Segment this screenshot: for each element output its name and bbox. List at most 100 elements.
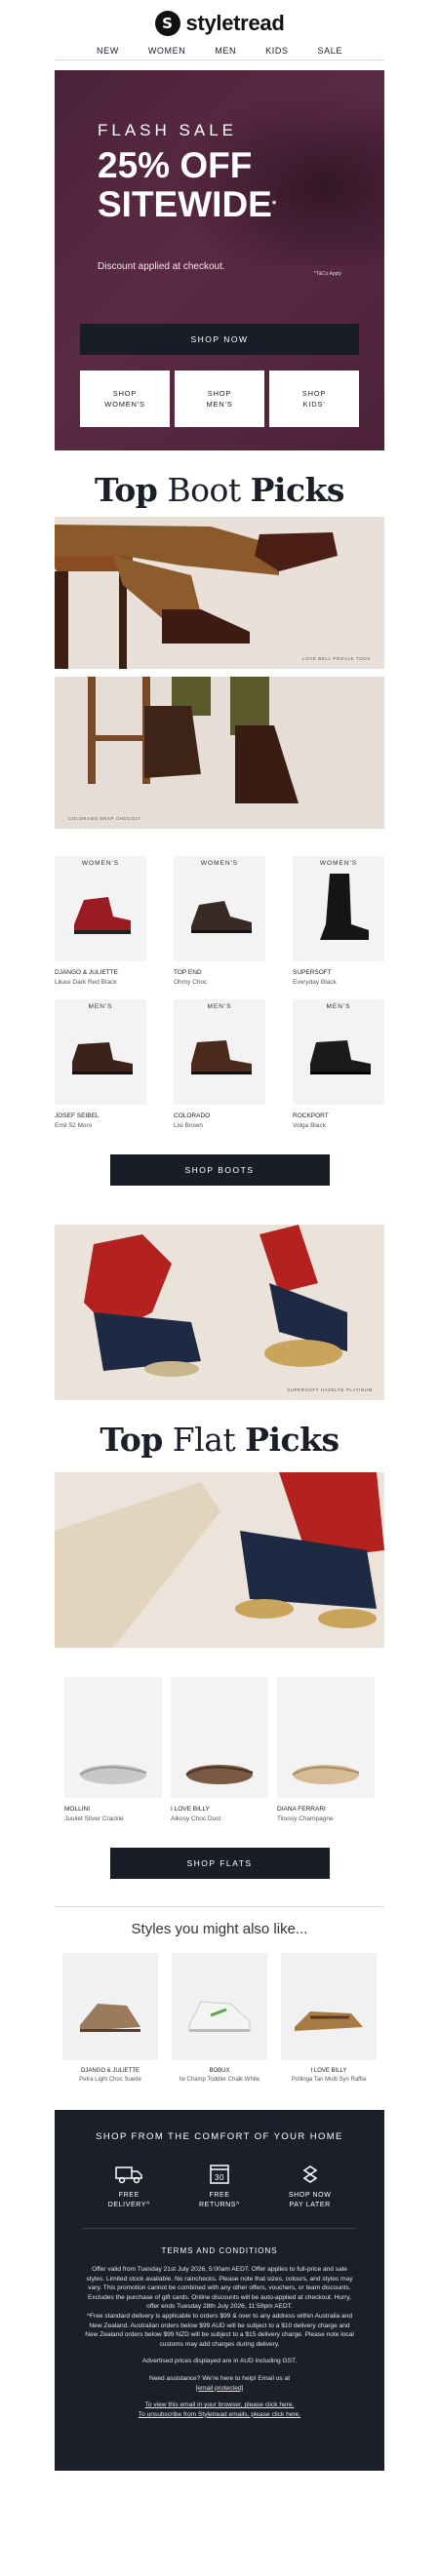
perk-afterpay[interactable]: SHOP NOW PAY LATER: [276, 2164, 344, 2210]
product-card[interactable]: MEN'S ROCKPORT Volga Black: [293, 999, 384, 1129]
boot-product-grid: WOMEN'S DJANGO & JULIETTE Likasi Dark Re…: [55, 856, 384, 1129]
terms-body-delivery: ^Free standard delivery is applicable to…: [85, 2312, 354, 2348]
nav-men[interactable]: MEN: [215, 46, 236, 56]
logo[interactable]: S styletread: [0, 0, 439, 41]
top-nav: NEW WOMEN MEN KIDS SALE: [55, 41, 384, 60]
perk-free-returns[interactable]: 30 FREE RETURNS^: [185, 2164, 254, 2210]
flat-photo-1[interactable]: SUPERSOFT HAZELTE PLATINUM: [55, 1225, 384, 1400]
shop-kids-button[interactable]: SHOP KIDS': [269, 371, 359, 427]
perk-free-delivery[interactable]: FREE DELIVERY^: [95, 2164, 163, 2210]
product-name: Everyday Black: [293, 979, 337, 986]
also-like-grid: DJANGO & JULIETTE Petra Light Choc Suede…: [62, 1953, 377, 2083]
product-brand: DJANGO & JULIETTE: [80, 2068, 140, 2074]
product-image: [64, 1677, 162, 1798]
footer-perks: FREE DELIVERY^ 30 FREE RETURNS^ SHOP NOW…: [55, 2164, 384, 2210]
shop-now-button[interactable]: SHOP NOW: [80, 324, 359, 355]
product-brand: COLORADO: [174, 1112, 211, 1119]
flat-heading-flat: Flat: [172, 1421, 236, 1459]
product-image: WOMEN'S: [55, 856, 146, 961]
nav-kids[interactable]: KIDS: [265, 46, 288, 56]
unsubscribe-link[interactable]: To unsubscribe from Styletread emails, p…: [55, 2410, 384, 2420]
raffia-flat-icon: [295, 2011, 363, 2031]
silver-flat-icon: [79, 1765, 147, 1784]
flat-product-grid: MOLLINI Juuliet Silver Crackle I LOVE BI…: [64, 1677, 375, 1822]
view-in-browser-link[interactable]: To view this email in your browser, plea…: [55, 2400, 384, 2410]
terms-title: TERMS AND CONDITIONS: [161, 2246, 278, 2255]
flash-sale-hero[interactable]: FLASH SALE 25% OFF SITEWIDE* Discount ap…: [55, 70, 384, 450]
footer: SHOP FROM THE COMFORT OF YOUR HOME FREE …: [55, 2110, 384, 2471]
flat-picks-heading: Top Flat Picks: [0, 1414, 439, 1466]
flat-photo-2[interactable]: [55, 1472, 384, 1648]
calendar-badge: 30: [215, 2173, 224, 2182]
product-card[interactable]: WOMEN'S DJANGO & JULIETTE Likasi Dark Re…: [55, 856, 146, 986]
hero-asterisk: *: [271, 199, 277, 211]
hero-tcs: *T&Cs Apply: [313, 271, 341, 277]
hero-headline: 25% OFF SITEWIDE*: [98, 146, 276, 224]
hero-line-2-text: SITEWIDE: [98, 184, 272, 224]
shop-womens-button[interactable]: SHOP WOMEN'S: [80, 371, 170, 427]
email-root: S styletread NEW WOMEN MEN KIDS SALE FLA…: [0, 0, 439, 2471]
boot-photo-1[interactable]: LOVE BELL PROALE TOOS: [55, 517, 384, 669]
product-brand: BOBUX: [209, 2068, 230, 2074]
truck-icon: [115, 2166, 143, 2184]
brown-boot-icon: [191, 901, 252, 933]
product-brand: I LOVE BILLY: [310, 2068, 347, 2074]
product-name: Pollinga Tan Multi Syn Raffia: [291, 2077, 367, 2083]
nav-women[interactable]: WOMEN: [148, 46, 186, 56]
sandal-icon: [80, 2004, 140, 2032]
product-brand: DIANA FERRARI: [277, 1806, 326, 1813]
product-card[interactable]: WOMEN'S TOP END Ohmy Choc: [174, 856, 265, 986]
shop-boots-button[interactable]: SHOP BOOTS: [109, 1154, 330, 1186]
black-tall-boot-icon: [320, 874, 369, 940]
currency-note: Advertised prices displayed are in AUD i…: [141, 2358, 298, 2365]
product-card[interactable]: DIANA FERRARI Tiloosy Champagne: [277, 1677, 375, 1822]
product-name: Volga Black: [293, 1122, 326, 1129]
product-image: MEN'S: [174, 999, 265, 1105]
shop-flats-button[interactable]: SHOP FLATS: [109, 1848, 330, 1879]
product-brand: JOSEF SEIBEL: [55, 1112, 100, 1119]
product-card[interactable]: MEN'S COLORADO Lisi Brown: [174, 999, 265, 1129]
product-card[interactable]: MOLLINI Juuliet Silver Crackle: [64, 1677, 162, 1822]
perk-line2: RETURNS^: [199, 2202, 240, 2208]
product-brand: DJANGO & JULIETTE: [55, 969, 119, 976]
shop-mens-button[interactable]: SHOP MEN'S: [175, 371, 264, 427]
product-tag: MEN'S: [88, 1003, 113, 1010]
boot-heading-top: Top: [95, 471, 158, 509]
help-email-link[interactable]: [email protected]: [55, 2384, 384, 2394]
boot-photo-2-caption: COLORADO SNAP CHOCOLT: [68, 816, 141, 821]
shop-womens-line1: SHOP: [112, 389, 138, 398]
perk-line1: SHOP NOW: [288, 2192, 332, 2199]
flat-photo-1-illustration: [55, 1225, 384, 1400]
help-text: Need assistance? We're here to help! Ema…: [148, 2374, 291, 2382]
product-name: Juuliet Silver Crackle: [64, 1815, 124, 1822]
flat-heading-picks: Picks: [245, 1421, 339, 1459]
product-name: Petra Light Choc Suede: [79, 2077, 141, 2083]
shop-womens-line2: WOMEN'S: [104, 400, 145, 409]
product-brand: TOP END: [174, 969, 202, 976]
shop-mens-line2: MEN'S: [206, 400, 233, 409]
boot-photo-2[interactable]: COLORADO SNAP CHOCOLT: [55, 677, 384, 829]
product-name: Iw Champ Toddler Chalk White: [179, 2077, 260, 2083]
mens-black-boot-icon: [310, 1040, 371, 1074]
product-name: Emil 52 Moro: [55, 1122, 93, 1129]
product-image: [281, 1953, 377, 2060]
perk-line2: DELIVERY^: [107, 2202, 150, 2208]
product-card[interactable]: MEN'S JOSEF SEIBEL Emil 52 Moro: [55, 999, 146, 1129]
nav-new[interactable]: NEW: [97, 46, 119, 56]
product-name: Tiloosy Champagne: [277, 1815, 334, 1822]
product-brand: ROCKPORT: [293, 1112, 329, 1119]
section-divider: [55, 1906, 384, 1907]
boot-heading-boot: Boot: [167, 471, 241, 509]
boot-photo-1-illustration: [55, 517, 384, 669]
nav-sale[interactable]: SALE: [318, 46, 342, 56]
perk-line1: FREE: [209, 2192, 230, 2199]
perk-line2: PAY LATER: [289, 2202, 331, 2208]
product-card[interactable]: I LOVE BILLY Alkosy Choc Dust: [171, 1677, 268, 1822]
product-card[interactable]: I LOVE BILLY Pollinga Tan Multi Syn Raff…: [281, 1953, 377, 2083]
product-image: WOMEN'S: [174, 856, 265, 961]
product-image: [171, 1677, 268, 1798]
product-card[interactable]: BOBUX Iw Champ Toddler Chalk White: [172, 1953, 267, 2083]
product-card[interactable]: DJANGO & JULIETTE Petra Light Choc Suede: [62, 1953, 158, 2083]
product-card[interactable]: WOMEN'S SUPERSOFT Everyday Black: [293, 856, 384, 986]
product-brand: MOLLINI: [64, 1806, 91, 1813]
